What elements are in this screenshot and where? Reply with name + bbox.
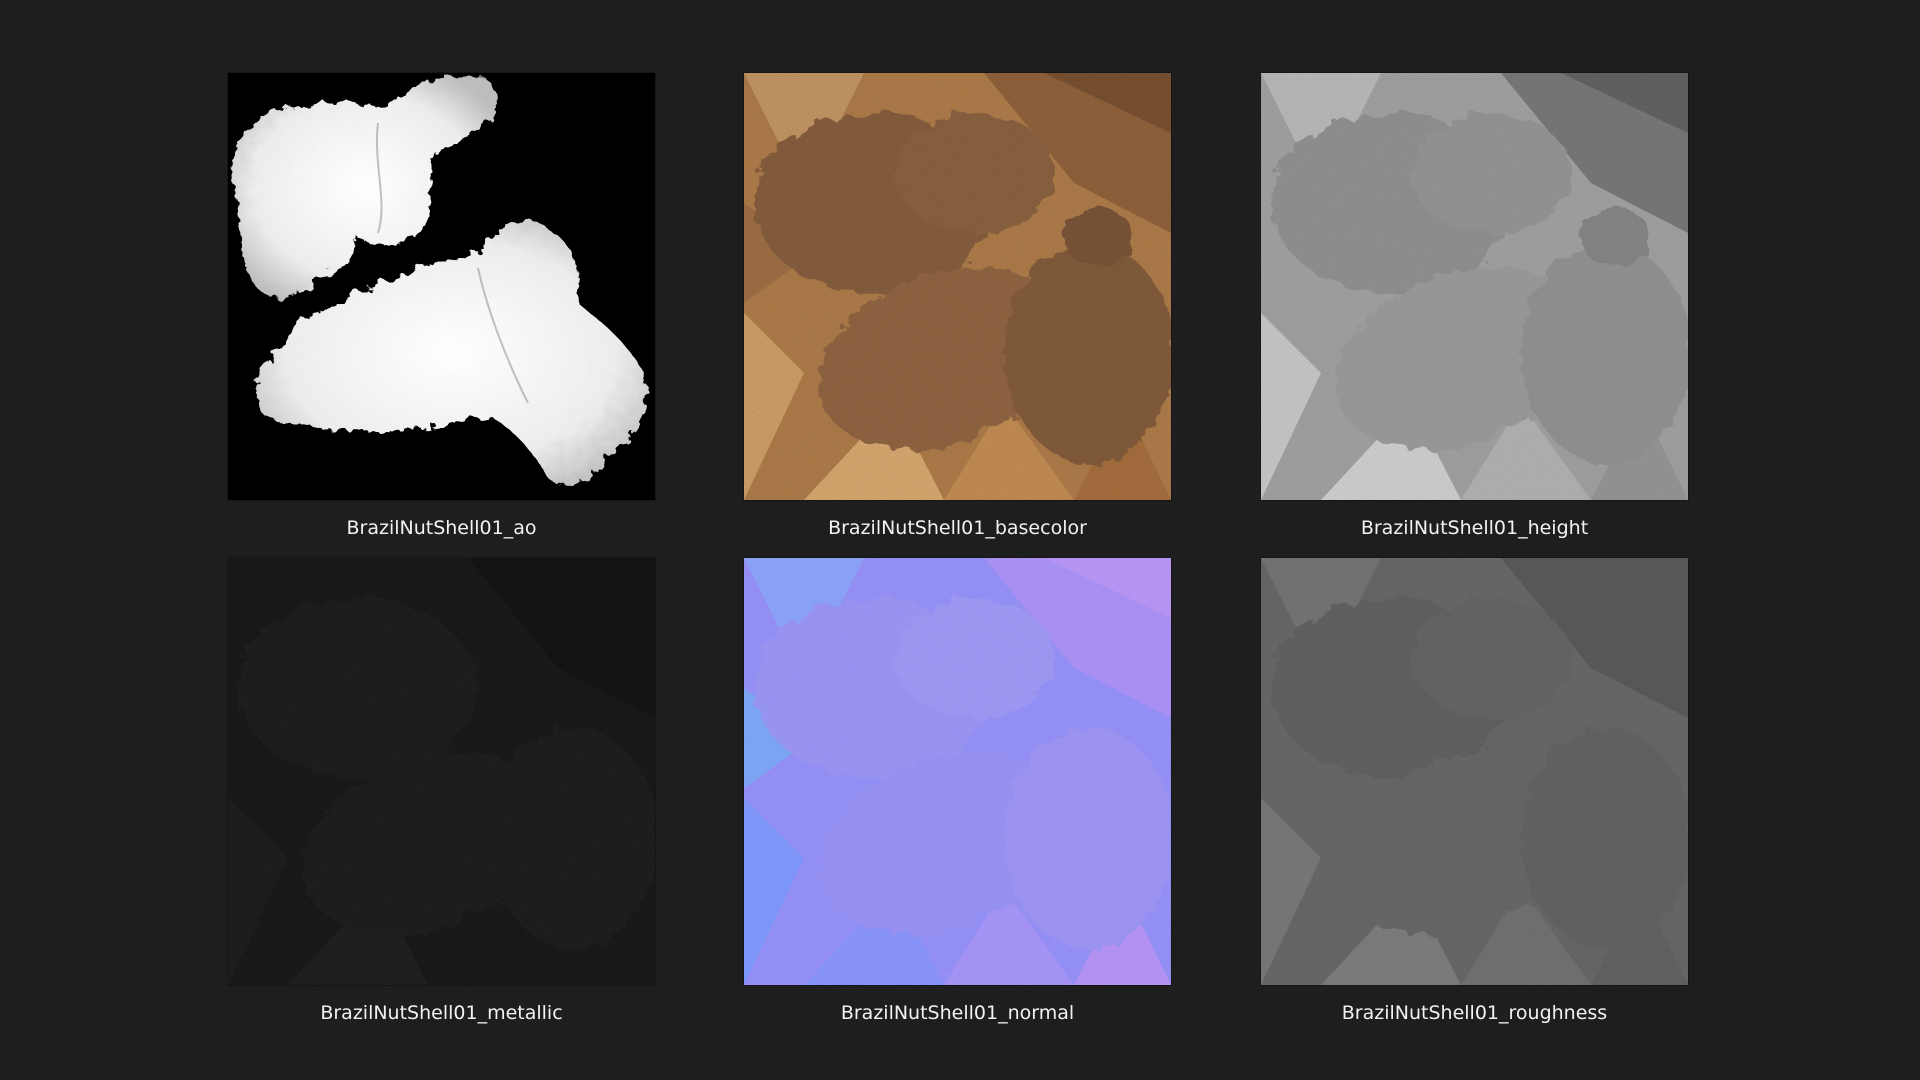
basecolor-map-image [744,73,1171,500]
file-item-roughness[interactable]: BrazilNutShell01_roughness [1261,558,1788,1034]
file-item-ao[interactable]: BrazilNutShell01_ao [228,73,755,549]
metallic-map-image [228,558,655,985]
thumbnail-roughness[interactable] [1261,558,1688,985]
thumbnail-ao[interactable] [228,73,655,500]
normal-map-image [744,558,1171,985]
thumbnail-normal[interactable] [744,558,1171,985]
thumbnail-metallic[interactable] [228,558,655,985]
file-item-height[interactable]: BrazilNutShell01_height [1261,73,1788,549]
file-item-metallic[interactable]: BrazilNutShell01_metallic [228,558,755,1034]
file-label-basecolor: BrazilNutShell01_basecolor [828,517,1087,539]
ao-map-image [228,73,655,500]
file-label-height: BrazilNutShell01_height [1360,517,1589,539]
thumbnail-basecolor[interactable] [744,73,1171,500]
file-item-normal[interactable]: BrazilNutShell01_normal [744,558,1271,1034]
height-map-image [1261,73,1688,500]
thumbnail-height[interactable] [1261,73,1688,500]
thumbnail-grid: BrazilNutShell01_ao BrazilNutShell01_bas… [0,0,1920,1080]
file-label-metallic: BrazilNutShell01_metallic [320,1002,563,1024]
file-label-ao: BrazilNutShell01_ao [346,517,537,539]
file-label-roughness: BrazilNutShell01_roughness [1341,1002,1608,1024]
file-label-normal: BrazilNutShell01_normal [840,1002,1075,1024]
roughness-map-image [1261,558,1688,985]
file-item-basecolor[interactable]: BrazilNutShell01_basecolor [744,73,1271,549]
